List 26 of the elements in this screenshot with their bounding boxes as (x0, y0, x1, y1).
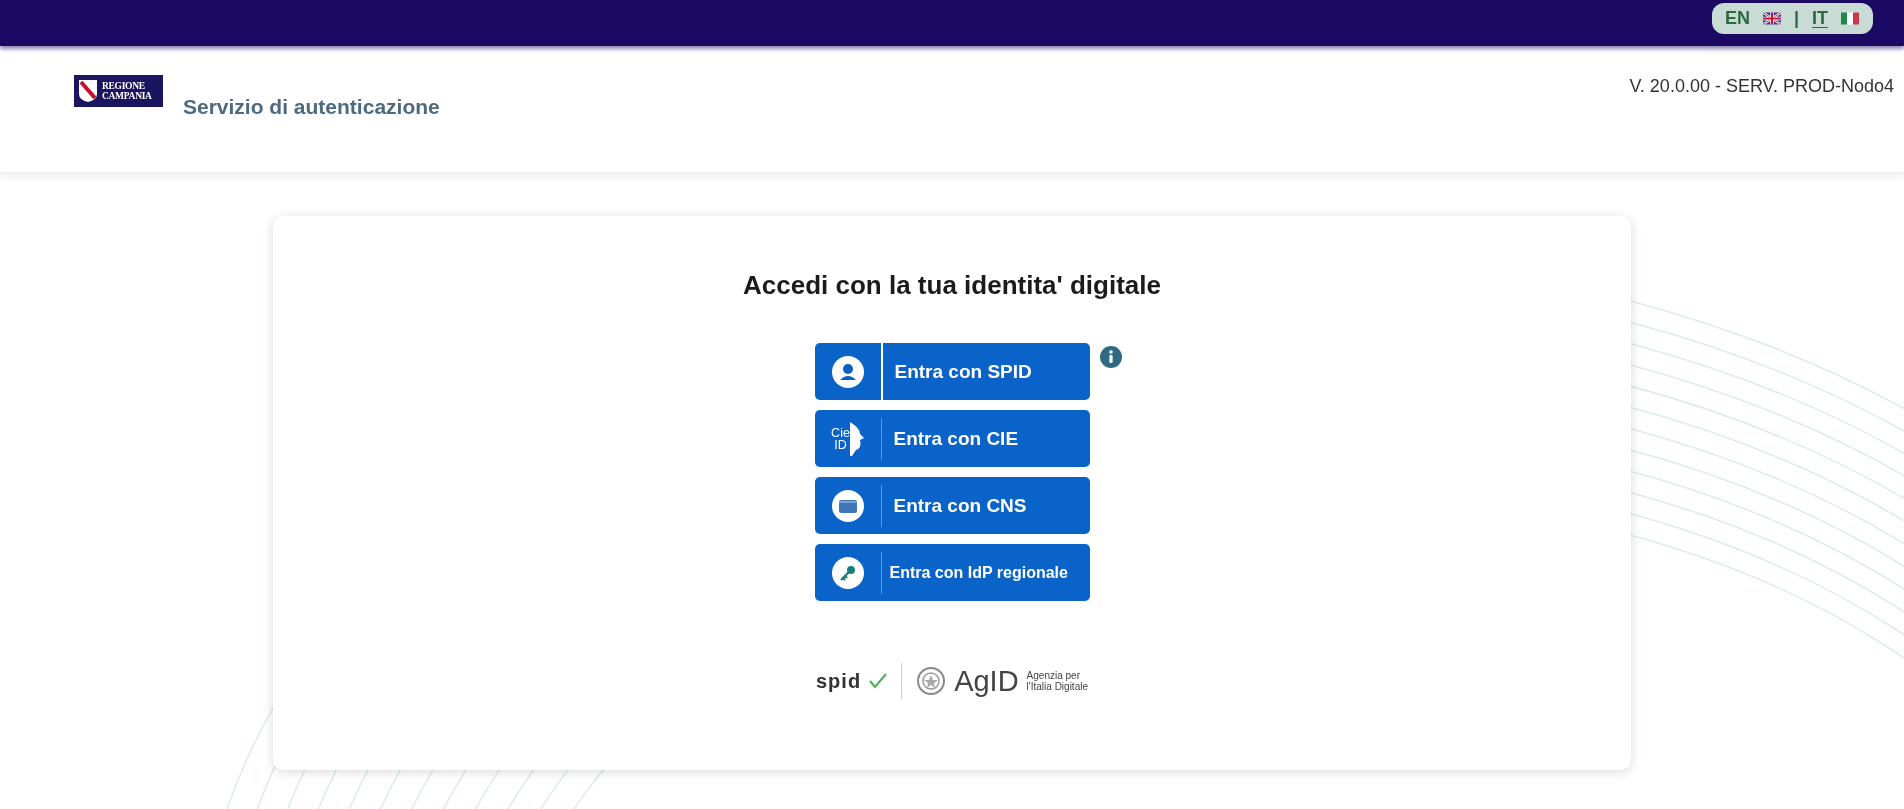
language-link[interactable]: EN (1724, 7, 1750, 30)
key-icon (831, 556, 864, 589)
language-separator: | (1793, 8, 1799, 29)
shield-icon (78, 79, 98, 103)
logo-text: CAMPANIA (102, 91, 152, 101)
agid-caption: Agenzia per (1026, 670, 1080, 681)
emblem-icon (916, 666, 947, 696)
language-link[interactable]: IT (1812, 7, 1828, 30)
user-icon (831, 355, 864, 388)
italy-flag-icon (1841, 12, 1859, 25)
service-title: Servizio di autenticazione (183, 95, 440, 119)
uk-flag-icon (1762, 12, 1781, 25)
logo-text: REGIONE (102, 81, 146, 91)
cie-logo: Cie ID (831, 421, 864, 456)
login-button[interactable]: Entra con SPID (814, 343, 1090, 400)
login-button[interactable]: Cie ID Entra con CIE (814, 410, 1090, 467)
check-icon (869, 673, 888, 689)
card-title: Accedi con la tua identita' digitale (743, 270, 1161, 301)
info-icon[interactable] (1099, 346, 1122, 368)
login-button[interactable]: Entra con CNS (814, 477, 1090, 534)
agid-caption: l'Italia Digitale (1026, 681, 1088, 692)
agid-logo: AgID (954, 664, 1019, 698)
version-text: V. 20.0.00 - SERV. PROD-Nodo4 (1629, 75, 1894, 98)
login-button[interactable]: Entra con IdP regionale (814, 544, 1090, 601)
spid-logo: spid (816, 669, 862, 693)
card-icon (831, 489, 864, 522)
